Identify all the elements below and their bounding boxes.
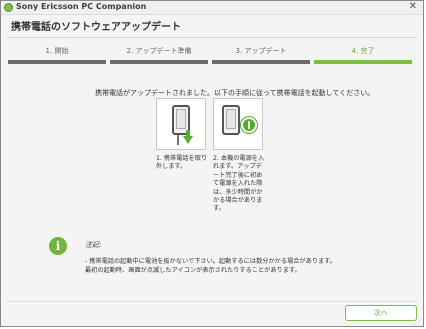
phone-power-icon xyxy=(213,98,263,150)
step-label: 1. 開始 xyxy=(45,47,69,55)
note-title: 注記: xyxy=(85,241,102,249)
arrow-down-head-icon xyxy=(183,136,193,144)
note-text: - 携帯電話の起動中に電池を抜かないで下さい。起動するには数分かかる場合がありま… xyxy=(85,257,336,275)
step-3: 3. アップデート xyxy=(212,46,310,64)
illustration-caption-1: 1. 携帯電話を取り外します。 xyxy=(156,155,208,171)
app-window: Sony Ericsson PC Companion ✕ 携帯電話のソフトウェア… xyxy=(0,0,424,327)
note-line-2: 最初の起動時、画面が点滅したアイコンが表示されたりすることがあります。 xyxy=(85,267,301,274)
phone-unplug-icon xyxy=(156,98,206,150)
power-icon xyxy=(241,117,257,133)
step-4-current: 4. 完了 xyxy=(314,46,412,64)
instruction-text: 携帯電話がアップデートされました。以下の手順に従って携帯電話を起動してください。 xyxy=(95,89,375,97)
footer-divider xyxy=(7,301,417,302)
phone-icon xyxy=(222,105,240,135)
step-progress-bar xyxy=(110,60,208,64)
info-icon: i xyxy=(49,237,67,255)
illustration-caption-2: 2. 本機の電源を入れます。アップデート完了後に初めて電源を入れた際は、多少時間… xyxy=(213,155,265,213)
note-line-1: - 携帯電話の起動中に電池を抜かないで下さい。起動するには数分かかる場合がありま… xyxy=(85,258,336,265)
step-label: 4. 完了 xyxy=(351,47,375,55)
app-logo-icon xyxy=(4,3,13,12)
step-progress-bar xyxy=(8,60,106,64)
step-label: 2. アップデート準備 xyxy=(126,47,192,55)
title-bar: Sony Ericsson PC Companion ✕ xyxy=(1,1,423,15)
header-divider xyxy=(7,37,417,38)
page-title: 携帯電話のソフトウェアアップデート xyxy=(11,22,181,33)
cable-icon xyxy=(177,135,179,145)
step-2: 2. アップデート準備 xyxy=(110,46,208,64)
close-button[interactable]: ✕ xyxy=(409,1,417,12)
step-progress-bar xyxy=(212,60,310,64)
step-1: 1. 開始 xyxy=(8,46,106,64)
step-label: 3. アップデート xyxy=(235,47,287,55)
step-progress-bar xyxy=(314,60,412,64)
app-title: Sony Ericsson PC Companion xyxy=(16,2,147,11)
next-button[interactable]: 次へ xyxy=(345,305,417,321)
